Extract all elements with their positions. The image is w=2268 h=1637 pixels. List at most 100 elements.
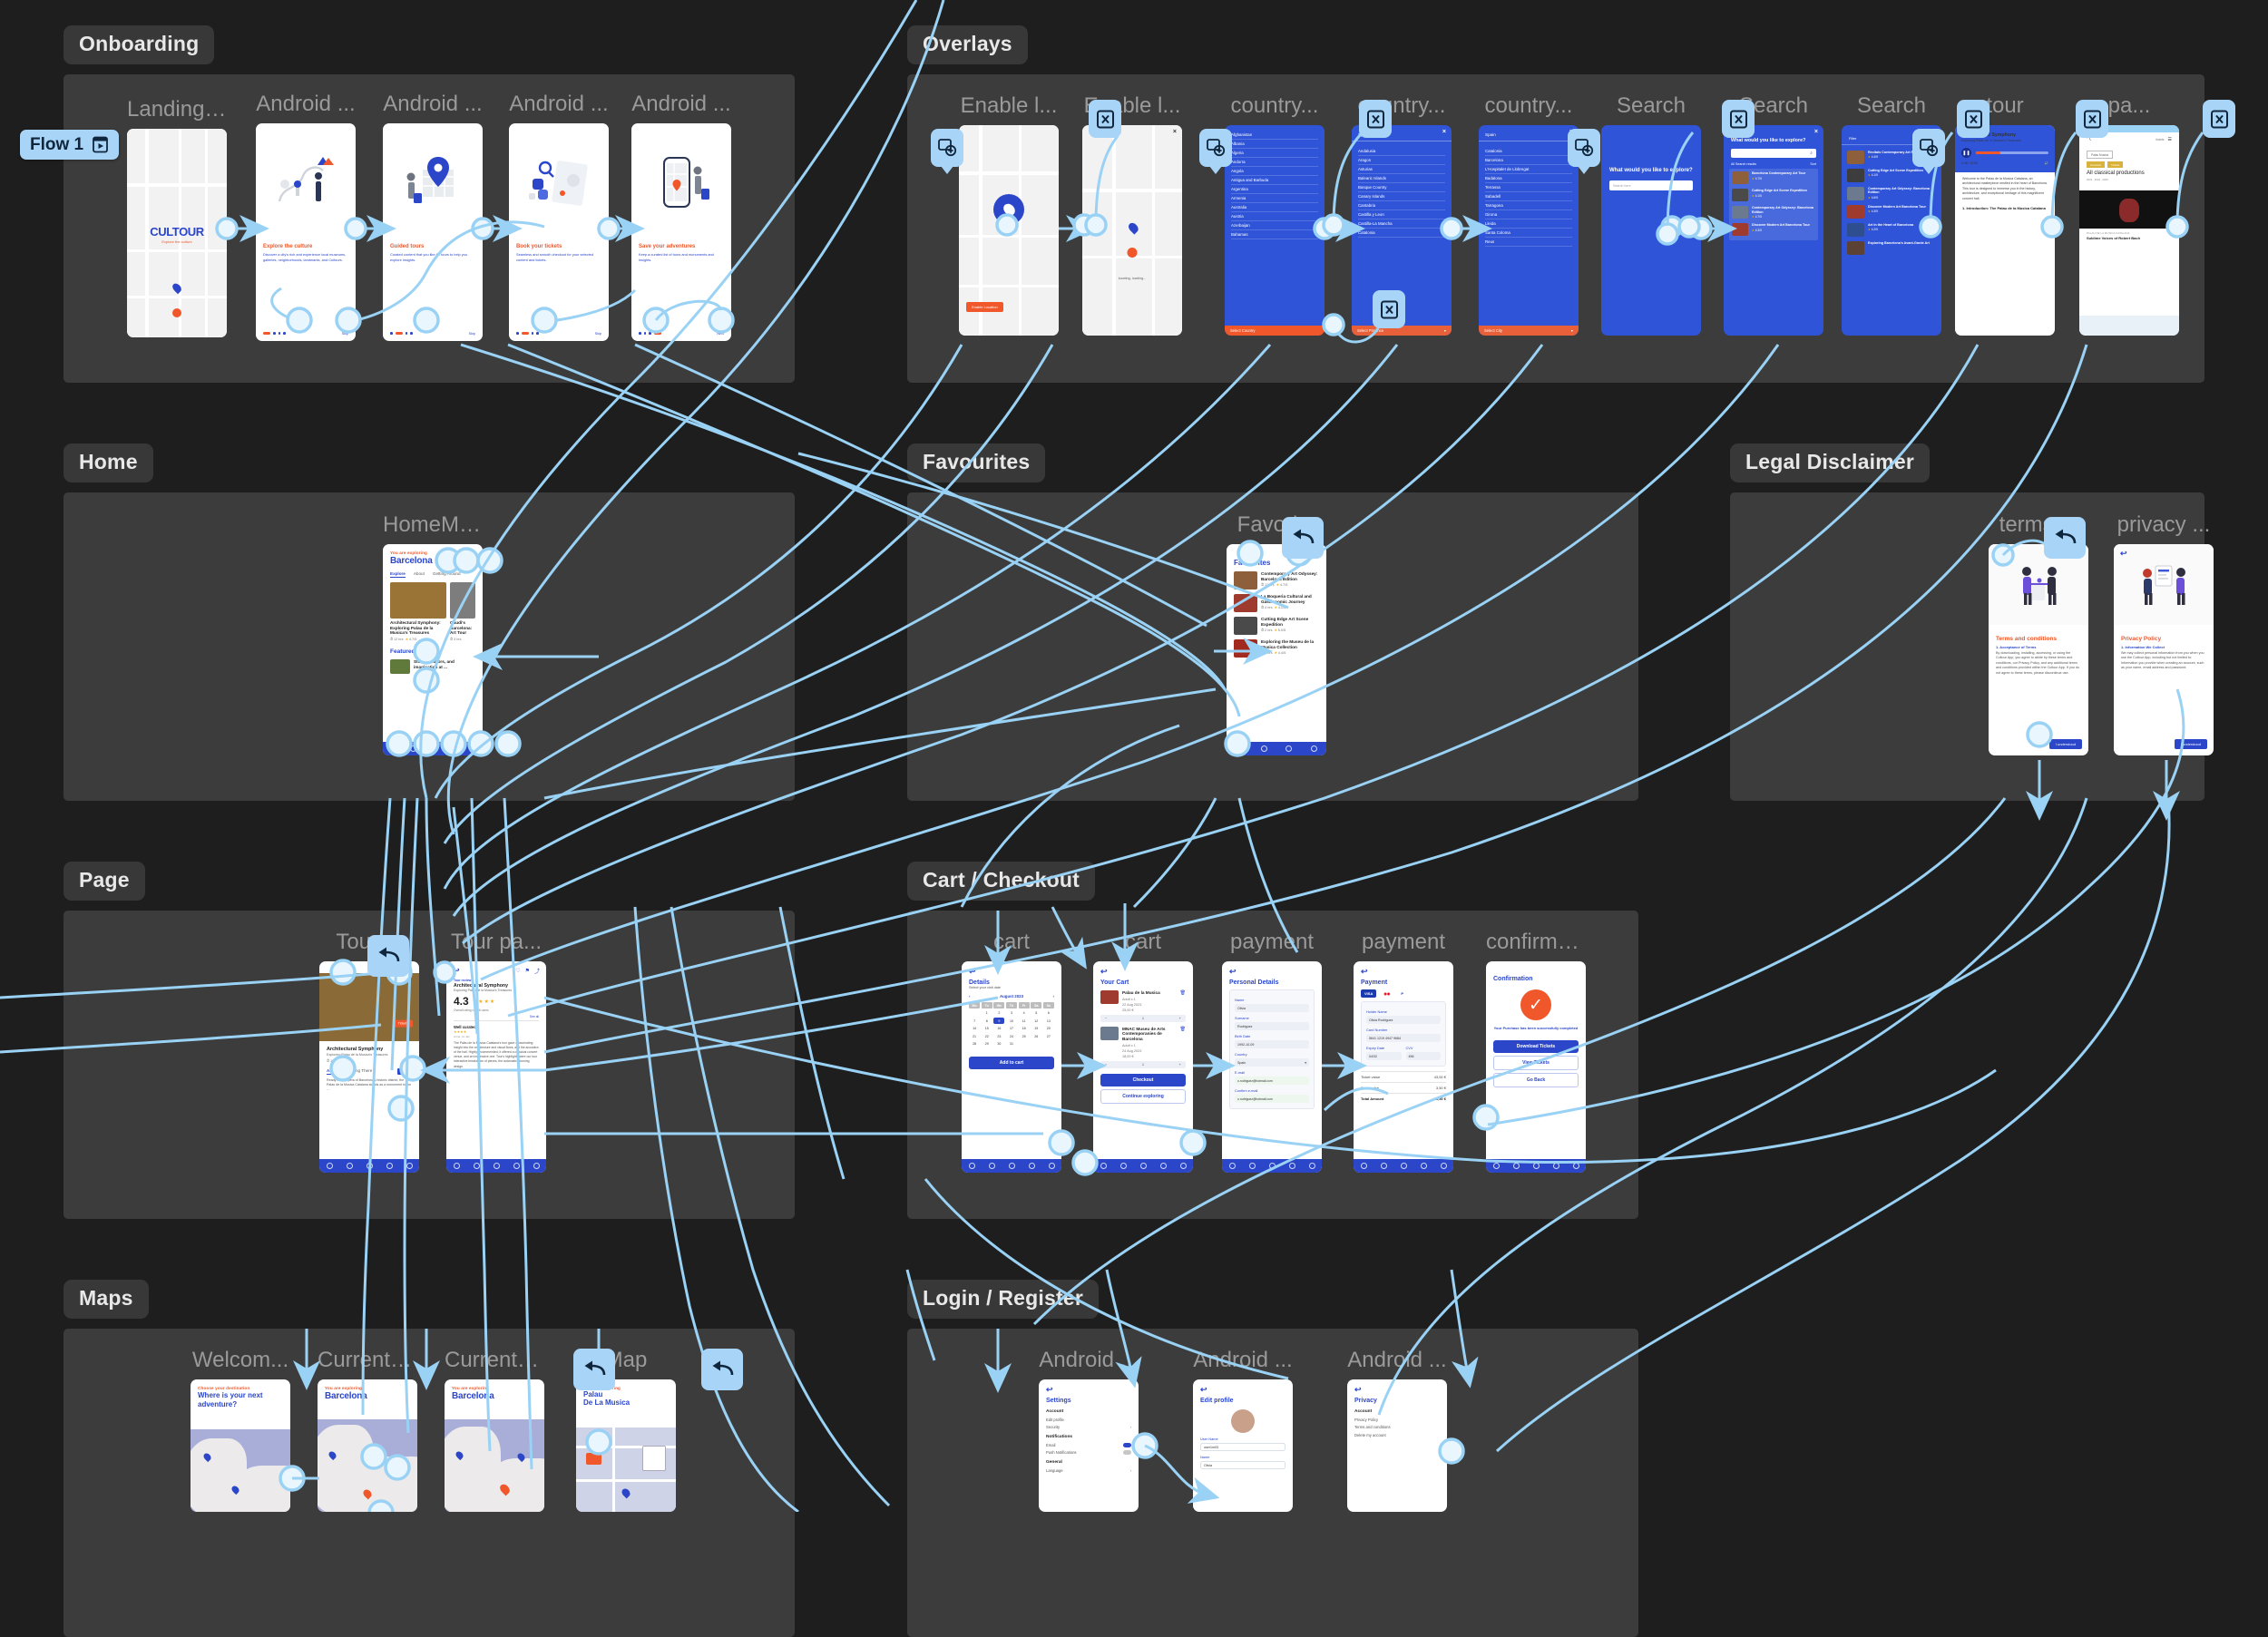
frame-map-city-pin[interactable]: Current l... You are exploring Barcelona — [445, 1350, 544, 1512]
frame-home-main[interactable]: HomeMain You are exploring Barcelona Exp… — [383, 514, 483, 755]
heart-icon[interactable] — [1028, 1163, 1035, 1169]
search-icon[interactable] — [1512, 1163, 1520, 1169]
email-field[interactable]: o.rodriguez@hotmail.com — [1235, 1077, 1309, 1085]
back-arrow-icon[interactable]: ↩ — [2120, 550, 2127, 558]
home-card[interactable]: Architectural Symphony: Exploring Palau … — [390, 582, 446, 641]
bottom-nav[interactable] — [446, 1159, 546, 1173]
province-item[interactable]: Cantabria — [1358, 201, 1445, 211]
card-number-field[interactable]: 5641 1219 4947 9684 — [1366, 1034, 1441, 1042]
name-field[interactable]: Olivia — [1200, 1461, 1286, 1469]
province-item[interactable]: Balearic Islands — [1358, 174, 1445, 184]
open-overlay-badge-enable-location[interactable] — [931, 129, 963, 174]
section-label-maps[interactable]: Maps — [64, 1280, 149, 1319]
search-icon[interactable] — [473, 1163, 480, 1169]
accept-button[interactable]: I understood — [2048, 739, 2082, 749]
home-icon[interactable] — [968, 1163, 975, 1169]
onboarding-pagination[interactable] — [263, 332, 286, 335]
country-item[interactable]: Afghanistan — [1231, 131, 1318, 141]
section-label-favourites[interactable]: Favourites — [907, 443, 1046, 482]
bottom-nav[interactable] — [1093, 1159, 1193, 1173]
screen-payment[interactable]: ↩ Payment VISA ◉◉ P Holder Name Olivia R… — [1354, 961, 1453, 1173]
city-item[interactable]: Santa Coloma — [1485, 229, 1572, 239]
search-icon[interactable] — [409, 745, 416, 752]
profile-icon[interactable] — [1572, 1163, 1579, 1169]
pause-icon[interactable]: ❚❚ — [1961, 148, 1971, 158]
country-item[interactable]: Andorra — [1231, 158, 1318, 168]
map-icon[interactable] — [1268, 1163, 1276, 1169]
frame-onboarding-3[interactable]: Android ... Book your tickets Seamless a… — [509, 93, 609, 341]
frame-payment[interactable]: payment ↩ Payment VISA ◉◉ P Holder Name … — [1354, 931, 1453, 1173]
calendar-selected-day[interactable]: 9 — [993, 1018, 1005, 1024]
close-overlay-badge-web-page[interactable] — [2203, 100, 2235, 138]
country-item[interactable]: Algeria — [1231, 149, 1318, 159]
go-back-button[interactable]: Go Back — [1493, 1072, 1579, 1087]
profile-icon[interactable] — [1310, 745, 1317, 752]
section-label-legal-disclaimer[interactable]: Legal Disclaimer — [1730, 443, 1931, 482]
home-icon[interactable] — [1100, 1163, 1107, 1169]
result-item[interactable]: Art in the Heart of Barcelona ★ 4.2/5 — [1847, 223, 1936, 237]
frame-country-list-1[interactable]: country... Afghanistan Albania Algeria A… — [1225, 95, 1325, 336]
screen-personal-details[interactable]: ↩ Personal Details Name Olivia Surname R… — [1222, 961, 1322, 1173]
home-tabs[interactable]: Explore About Getting Around — [390, 571, 475, 578]
screen-settings[interactable]: ↩ Settings Account Edit profile Security… — [1039, 1379, 1139, 1512]
list-view-icon[interactable] — [406, 1067, 412, 1075]
result-item[interactable]: Exploring Barcelona's Avant-Garde Art — [1847, 241, 1936, 255]
back-arrow-icon[interactable]: ↩ — [1046, 1386, 1131, 1394]
screen-search-empty[interactable]: What would you like to explore? Search h… — [1601, 125, 1701, 336]
country-item[interactable]: Angola — [1231, 167, 1318, 177]
close-overlay-badge-enable-location[interactable] — [1089, 100, 1121, 138]
hamburger-icon[interactable]: ☰ — [2168, 137, 2172, 142]
frame-map-city[interactable]: Current l... You are exploring Barcelona — [318, 1350, 417, 1512]
country-field[interactable]: Spain ▾ — [1235, 1058, 1309, 1067]
map-icon[interactable] — [429, 745, 436, 752]
bottom-nav[interactable] — [962, 1159, 1061, 1173]
frame-onboarding-4[interactable]: Android ... Save your adventures Keep a … — [631, 93, 731, 341]
profile-icon[interactable] — [406, 1163, 413, 1169]
map-icon[interactable] — [1139, 1163, 1147, 1169]
country-item[interactable]: Azerbaijan — [1231, 221, 1318, 231]
section-label-overlays[interactable]: Overlays — [907, 25, 1028, 64]
section-label-page[interactable]: Page — [64, 862, 145, 901]
province-item[interactable]: Castilla-La Mancha — [1358, 219, 1445, 229]
country-item[interactable]: Armenia — [1231, 194, 1318, 204]
screen-city-list[interactable]: × Spain Catalonia Barcelona L'Hospitalet… — [1479, 125, 1579, 336]
close-overlay-badge-province[interactable] — [1373, 290, 1405, 328]
search-icon[interactable] — [1380, 1163, 1387, 1169]
province-item[interactable]: Andalusia — [1358, 147, 1445, 157]
screen-terms[interactable]: Terms and conditions 1. Acceptance of Te… — [1989, 544, 2088, 755]
screen-landing[interactable]: CULTOUR Explore the culture — [127, 129, 227, 337]
home-icon[interactable] — [453, 1163, 460, 1169]
city-item[interactable]: Reus — [1485, 238, 1572, 248]
play-in-frame-icon[interactable] — [92, 136, 109, 153]
screen-confirmation[interactable]: Confirmation ✓ Your Purchase has been su… — [1486, 961, 1586, 1173]
search-icon[interactable] — [1119, 1163, 1127, 1169]
download-tickets-button[interactable]: Download Tickets — [1493, 1039, 1579, 1053]
screen-country-list[interactable]: Afghanistan Albania Algeria Andorra Ango… — [1225, 125, 1325, 336]
map-icon[interactable] — [366, 1163, 373, 1169]
back-badge-map-detail[interactable] — [573, 1349, 615, 1390]
screen-search-results[interactable]: × What would you like to explore? ⌕ All … — [1724, 125, 1823, 336]
screen-locating[interactable]: × locating, loading... — [1082, 125, 1182, 336]
country-select-footer[interactable]: Select Country — [1225, 326, 1325, 336]
bottom-nav[interactable] — [1354, 1159, 1453, 1173]
section-page[interactable] — [64, 911, 795, 1219]
screen-map-city[interactable]: You are exploring Barcelona — [318, 1379, 417, 1512]
back-arrow-icon[interactable]: ↩ — [1229, 968, 1315, 976]
section-label-home[interactable]: Home — [64, 443, 153, 482]
profile-icon[interactable] — [533, 1163, 540, 1169]
settings-item[interactable]: Terms and conditions — [1354, 1425, 1440, 1429]
frame-tour-detail[interactable]: Tour ... Tickets Architectural Symphony … — [319, 931, 419, 1173]
result-item[interactable]: Contemporary Art Odyssey: Barcelona Edit… — [1847, 187, 1936, 200]
tab-explore[interactable]: Explore — [390, 571, 406, 578]
cvv-field[interactable]: 456 — [1405, 1052, 1441, 1060]
heart-icon[interactable]: ♡ — [515, 968, 520, 974]
sort-button[interactable]: Sort — [1810, 162, 1816, 166]
onboarding-skip-button[interactable]: Skip — [469, 332, 475, 336]
city-select-footer[interactable]: Select City ▾ — [1479, 326, 1579, 336]
bottom-nav[interactable] — [1227, 742, 1326, 755]
frame-edit-profile[interactable]: Android ... ↩ Edit profile User Name use… — [1193, 1350, 1293, 1512]
frame-search-empty[interactable]: Search What would you like to explore? S… — [1601, 95, 1701, 336]
back-badge-tour-detail[interactable] — [367, 935, 409, 977]
close-overlay-badge-country[interactable] — [1359, 100, 1392, 138]
accept-button[interactable]: I understood — [2174, 739, 2207, 749]
